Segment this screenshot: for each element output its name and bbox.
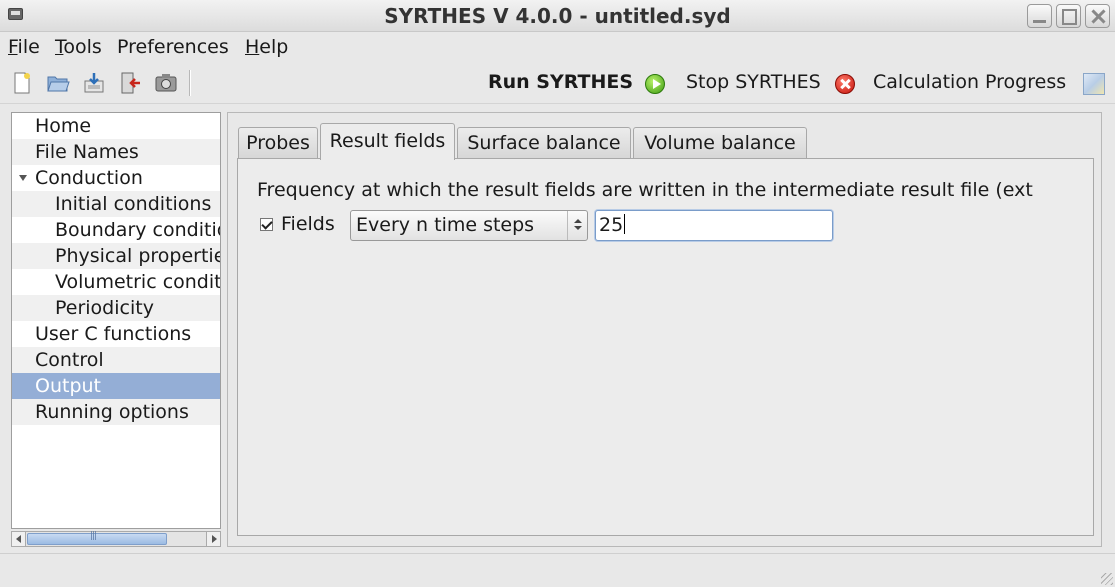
frequency-mode-select[interactable]: Every n time steps bbox=[350, 210, 588, 241]
expand-arrow-icon[interactable] bbox=[19, 175, 27, 181]
tab-volume-balance[interactable]: Volume balance bbox=[633, 127, 807, 159]
output-settings-pane: Probes Result fields Surface balance Vol… bbox=[227, 112, 1102, 547]
tree-item-conduction[interactable]: Conduction bbox=[12, 165, 220, 191]
calculation-progress-button[interactable]: Calculation Progress bbox=[873, 71, 1066, 93]
stop-icon[interactable] bbox=[835, 74, 855, 94]
frequency-mode-value: Every n time steps bbox=[356, 214, 535, 236]
title-bar: SYRTHES V 4.0.0 - untitled.syd bbox=[0, 0, 1115, 32]
tree-item-file-names[interactable]: File Names bbox=[12, 139, 220, 165]
open-folder-icon[interactable] bbox=[46, 71, 70, 95]
navigation-tree[interactable]: Home File Names Conduction Initial condi… bbox=[11, 112, 221, 529]
menu-file[interactable]: File bbox=[8, 36, 40, 58]
maximize-button[interactable] bbox=[1056, 4, 1081, 28]
tree-item-output[interactable]: Output bbox=[12, 373, 220, 399]
status-bar bbox=[0, 553, 1115, 587]
window-title: SYRTHES V 4.0.0 - untitled.syd bbox=[384, 4, 731, 28]
save-icon[interactable] bbox=[82, 71, 106, 95]
tree-horizontal-scrollbar[interactable] bbox=[11, 531, 221, 547]
resize-grip-icon[interactable] bbox=[1101, 573, 1113, 585]
tree-item-physical-properties[interactable]: Physical properties bbox=[12, 243, 220, 269]
tab-probes[interactable]: Probes bbox=[238, 127, 318, 159]
updown-arrows-icon[interactable] bbox=[567, 211, 587, 240]
menu-tools[interactable]: Tools bbox=[55, 36, 102, 58]
close-window-button[interactable] bbox=[1085, 4, 1110, 28]
calculation-progress-label: Calculation Progress bbox=[873, 71, 1067, 93]
progress-chart-icon[interactable] bbox=[1083, 73, 1105, 95]
toolbar-separator bbox=[189, 70, 191, 96]
tree-item-control[interactable]: Control bbox=[12, 347, 220, 373]
scroll-left-icon[interactable] bbox=[12, 532, 26, 546]
scroll-right-icon[interactable] bbox=[206, 532, 220, 546]
exit-icon[interactable] bbox=[118, 71, 142, 95]
frequency-description: Frequency at which the result fields are… bbox=[257, 179, 1033, 201]
run-syrthes-button[interactable]: Run SYRTHES bbox=[488, 71, 633, 93]
tree-item-user-c-functions[interactable]: User C functions bbox=[12, 321, 220, 347]
play-icon[interactable] bbox=[645, 74, 665, 94]
run-syrthes-label: Run SYRTHES bbox=[488, 71, 634, 93]
result-fields-panel: Frequency at which the result fields are… bbox=[237, 158, 1094, 536]
tree-item-volumetric-conditions[interactable]: Volumetric conditions bbox=[12, 269, 220, 295]
tree-item-running-options[interactable]: Running options bbox=[12, 399, 220, 425]
frequency-value-text: 25 bbox=[599, 214, 624, 236]
toolbar: Run SYRTHES Stop SYRTHES Calculation Pro… bbox=[0, 62, 1115, 104]
text-cursor bbox=[624, 214, 626, 234]
menu-preferences[interactable]: Preferences bbox=[117, 36, 229, 58]
tab-result-fields[interactable]: Result fields bbox=[320, 123, 455, 160]
fields-checkbox-label[interactable]: Fields bbox=[281, 213, 335, 235]
tree-item-boundary-conditions[interactable]: Boundary conditions bbox=[12, 217, 220, 243]
stop-syrthes-button[interactable]: Stop SYRTHES bbox=[686, 71, 821, 93]
fields-checkbox[interactable] bbox=[260, 218, 273, 231]
minimize-button[interactable] bbox=[1027, 4, 1052, 28]
menu-help[interactable]: Help bbox=[245, 36, 288, 58]
tree-item-periodicity[interactable]: Periodicity bbox=[12, 295, 220, 321]
stop-syrthes-label: Stop SYRTHES bbox=[686, 71, 821, 93]
new-file-icon[interactable] bbox=[10, 71, 34, 95]
scrollbar-thumb[interactable] bbox=[27, 531, 167, 545]
menu-bar: File Tools Preferences Help bbox=[0, 33, 1115, 61]
screenshot-icon[interactable] bbox=[154, 71, 178, 95]
frequency-value-input[interactable]: 25 bbox=[595, 210, 833, 241]
tree-item-home[interactable]: Home bbox=[12, 113, 220, 139]
tree-item-initial-conditions[interactable]: Initial conditions bbox=[12, 191, 220, 217]
tab-surface-balance[interactable]: Surface balance bbox=[457, 127, 631, 159]
